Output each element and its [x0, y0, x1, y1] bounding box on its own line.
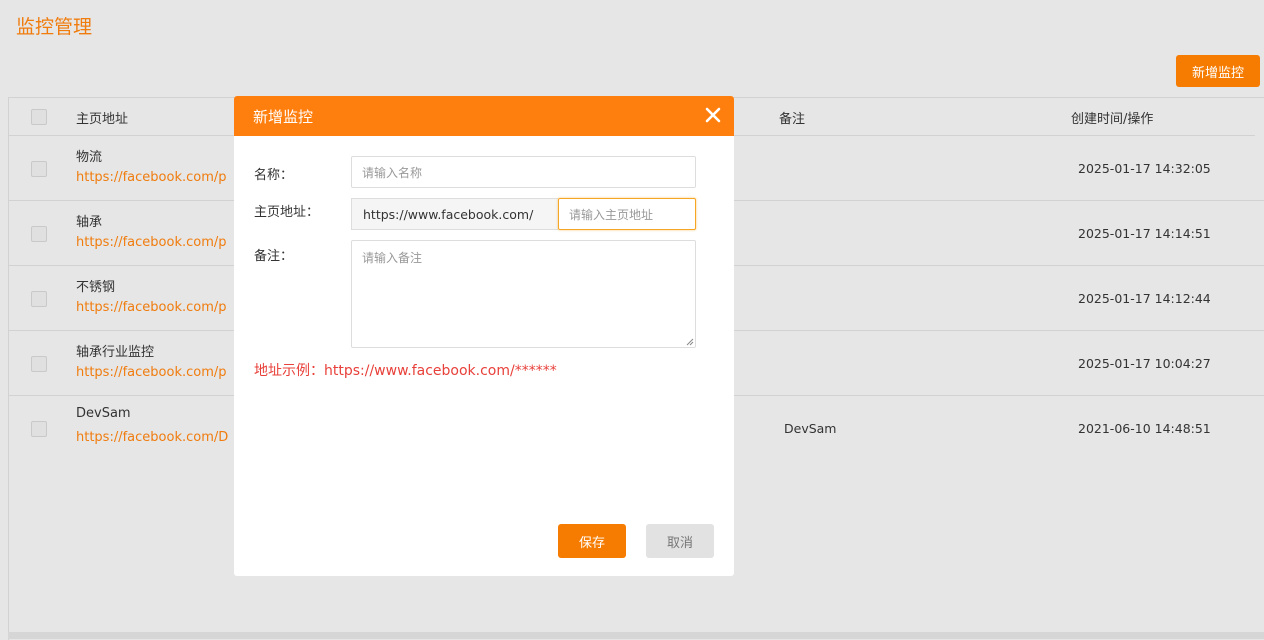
add-monitor-dialog: 新增监控 名称： 请输入名称 主页地址： https://www.faceboo…: [234, 96, 734, 576]
add-monitor-button[interactable]: 新增监控: [1176, 55, 1260, 87]
name-input[interactable]: 请输入名称: [351, 156, 696, 188]
row-checkbox[interactable]: [31, 291, 47, 307]
row-url-link[interactable]: https://facebook.com/p: [76, 170, 235, 185]
row-time: 2025-01-17 14:14:51: [1078, 226, 1211, 241]
row-checkbox[interactable]: [31, 421, 47, 437]
cancel-button[interactable]: 取消: [646, 524, 714, 558]
dialog-header: 新增监控: [234, 96, 734, 136]
row-name: 不锈钢: [76, 280, 116, 295]
page-title: 监控管理: [16, 16, 93, 38]
url-label: 主页地址：: [254, 205, 320, 220]
row-name: 轴承行业监控: [76, 345, 155, 360]
row-time: 2025-01-17 10:04:27: [1078, 356, 1211, 371]
header-url: 主页地址: [76, 112, 129, 127]
note-label: 备注：: [254, 249, 294, 264]
dialog-title: 新增监控: [253, 108, 314, 126]
close-icon[interactable]: [702, 104, 724, 126]
name-label: 名称：: [254, 168, 294, 183]
row-url-link[interactable]: https://facebook.com/p: [76, 365, 235, 380]
row-note: DevSam: [784, 421, 837, 436]
header-time-ops: 创建时间/操作: [1071, 112, 1154, 127]
row-name: 物流: [76, 150, 103, 165]
row-time: 2021-06-10 14:48:51: [1078, 421, 1211, 436]
row-time: 2025-01-17 14:12:44: [1078, 291, 1211, 306]
row-checkbox[interactable]: [31, 356, 47, 372]
row-time: 2025-01-17 14:32:05: [1078, 161, 1211, 176]
select-all-checkbox[interactable]: [31, 109, 47, 125]
url-prefix: https://www.facebook.com/: [351, 198, 558, 230]
row-checkbox[interactable]: [31, 161, 47, 177]
header-note: 备注: [779, 112, 806, 127]
row-url-link[interactable]: https://facebook.com/D: [76, 430, 235, 445]
row-checkbox[interactable]: [31, 226, 47, 242]
resize-handle-icon[interactable]: [686, 338, 694, 346]
save-button[interactable]: 保存: [558, 524, 626, 558]
row-name: 轴承: [76, 215, 103, 230]
row-name: DevSam: [76, 406, 131, 421]
horizontal-scrollbar[interactable]: [8, 632, 1264, 639]
url-input[interactable]: 请输入主页地址: [558, 198, 696, 230]
row-url-link[interactable]: https://facebook.com/p: [76, 300, 235, 315]
row-url-link[interactable]: https://facebook.com/p: [76, 235, 235, 250]
note-textarea[interactable]: 请输入备注: [351, 240, 696, 348]
url-example-hint: 地址示例：https://www.facebook.com/******: [254, 363, 557, 379]
